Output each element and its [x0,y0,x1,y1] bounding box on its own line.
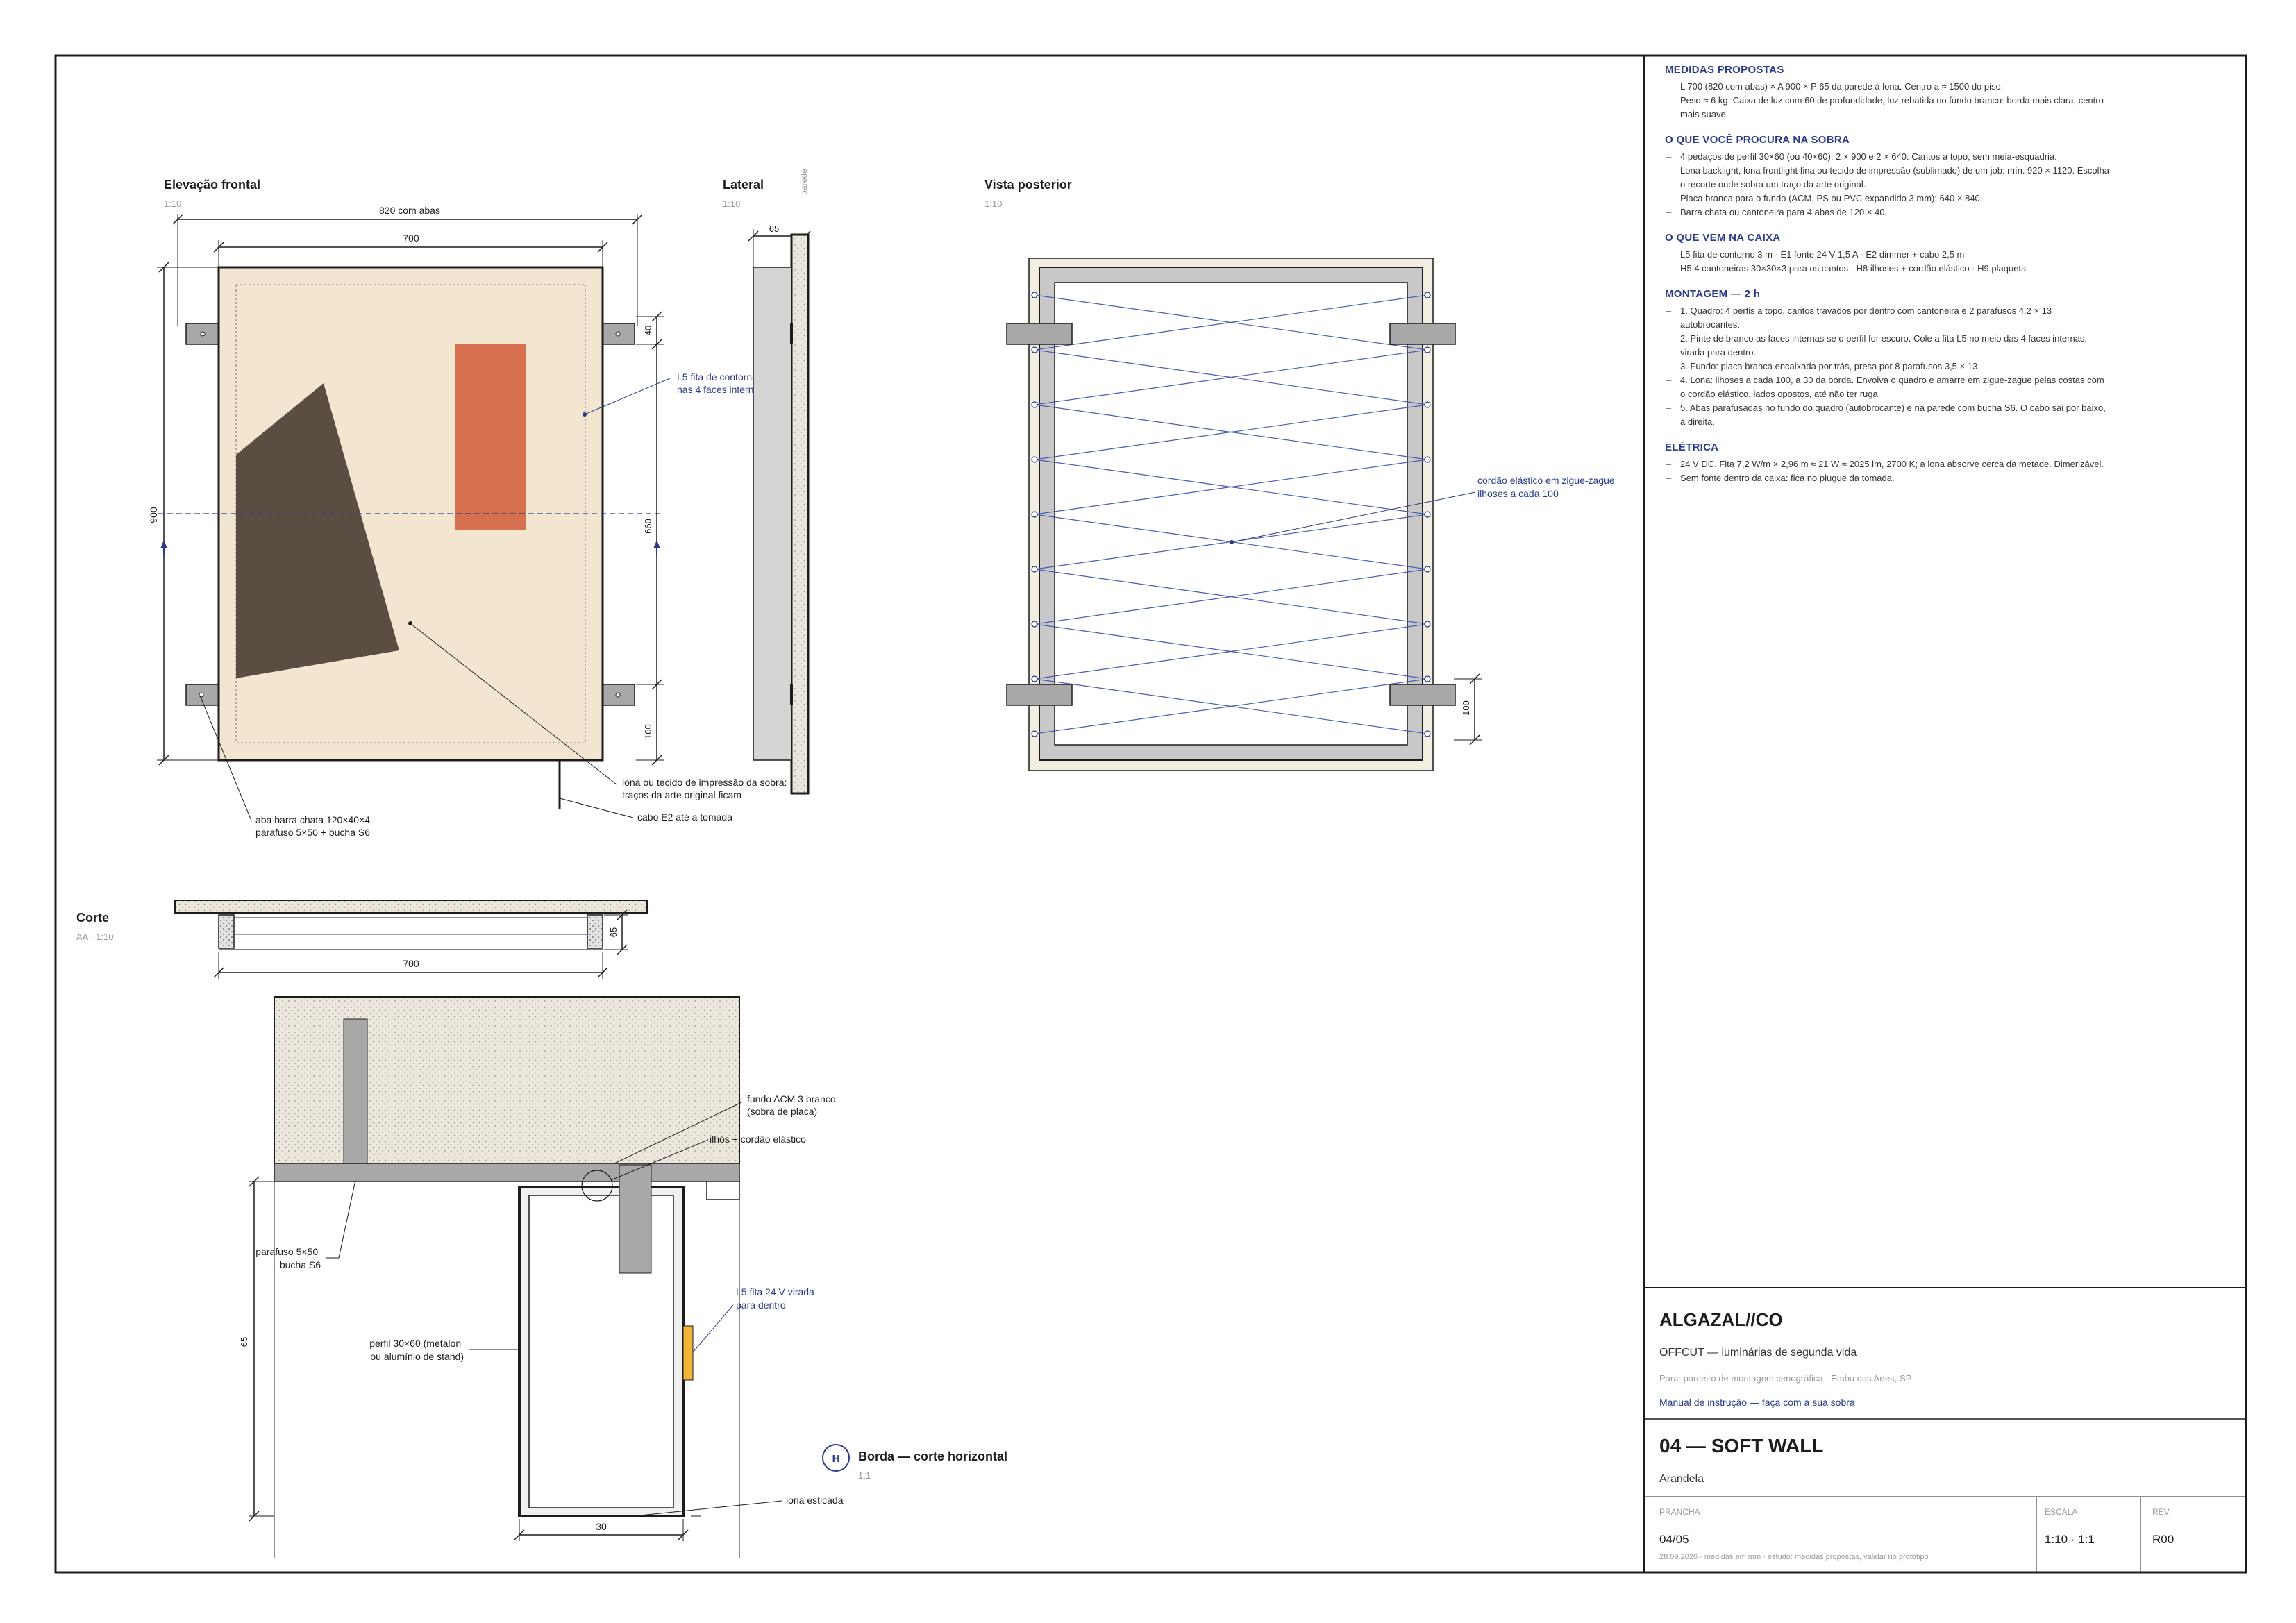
notes-item: L 700 (820 com abas) × A 900 × P 65 da p… [1665,80,2109,94]
detail-led [682,1325,694,1381]
note-cable: cabo E2 até a tomada [637,812,732,823]
sheet-subtitle: Arandela [1659,1473,1704,1485]
notes-item: 5. Abas parafusadas no fundo do quadro (… [1665,401,2109,429]
notes-item: 4 pedaços de perfil 30×60 (ou 40×60): 2 … [1665,150,2109,164]
lateral-wall-label: parede [799,169,809,195]
front-elevation: Elevação frontal 1:10 820 com abas 700 9… [148,178,789,838]
front-title: Elevação frontal [164,178,260,192]
front-scale: 1:10 [164,199,181,209]
notes-list: L 700 (820 com abas) × A 900 × P 65 da p… [1665,80,2109,121]
note-profile: perfil 30×60 (metalon ou alumínio de sta… [369,1338,464,1362]
note-fabric: lona ou tecido de impressão da sobra: tr… [622,777,789,800]
notes-panel: MEDIDAS PROPOSTAS L 700 (820 com abas) × … [1665,64,2109,498]
notes-heading: ELÉTRICA [1665,442,1719,453]
dim-65-section: 65 [608,927,619,937]
notes-item: Barra chata ou cantoneira para 4 abas de… [1665,205,2109,219]
notes-item: 2. Pinte de branco as faces internas se … [1665,332,2109,360]
title-block: ALGAZAL//CO OFFCUT — luminárias de segun… [1644,1287,2246,1572]
notes-item: 4. Lona: ilhoses a cada 100, a 30 da bor… [1665,373,2109,401]
notes-list: 24 V DC. Fita 7,2 W/m × 2,96 m ≈ 21 W ≈ … [1665,457,2109,485]
sheet-number: 04/05 [1659,1533,1689,1546]
section-title: Corte [76,911,109,925]
dim-820: 820 com abas [379,205,440,216]
dim-40: 40 [643,326,653,335]
notes-heading: MONTAGEM — 2 h [1665,288,1761,300]
notes-item: 3. Fundo: placa branca encaixada por trá… [1665,360,2109,373]
note-stretched: lona esticada [786,1495,844,1506]
dim-660: 660 [643,519,653,534]
notes-heading: O QUE VOCÊ PROCURA NA SOBRA [1665,134,1850,146]
dim-100: 100 [643,724,653,739]
notes-item: 24 V DC. Fita 7,2 W/m × 2,96 m ≈ 21 W ≈ … [1665,457,2109,471]
lateral-wall [790,233,810,795]
notes-item: L5 fita de contorno 3 m · E1 fonte 24 V … [1665,248,2109,262]
dim-100-rear: 100 [1461,700,1471,716]
sheet-title: 04 — SOFT WALL [1659,1435,1823,1456]
lateral-scale: 1:10 [723,199,740,209]
dim-65-detail: 65 [239,1337,249,1347]
scale-label: ESCALA [2045,1507,2077,1517]
note-elastic: cordão elástico em zigue-zague ilhoses a… [1477,475,1618,499]
dim-30-detail: 30 [596,1521,607,1532]
dim-700: 700 [403,233,419,244]
client-line: Para: parceiro de montagem cenográfica ·… [1659,1373,1911,1384]
dim-65-lateral: 65 [769,224,779,234]
lateral-body [753,267,792,761]
notes-list: 1. Quadro: 4 perfis a topo, cantos trava… [1665,304,2109,429]
rear-title: Vista posterior [984,178,1072,192]
series-subtitle: OFFCUT — luminárias de segunda vida [1659,1347,1857,1359]
dim-900: 900 [148,507,159,523]
detail-view: fundo ACM 3 branco (sobra de placa) ilhó… [239,996,1007,1558]
notes-list: L5 fita de contorno 3 m · E1 fonte 24 V … [1665,248,2109,276]
rear-scale: 1:10 [984,199,1002,209]
notes-item: Sem fonte dentro da caixa: fica no plugu… [1665,471,2109,485]
note-led-24v: L5 fita 24 V virada para dentro [736,1286,817,1311]
notes-heading: MEDIDAS PROPOSTAS [1665,64,1784,76]
notes-item: Peso ≈ 6 kg. Caixa de luz com 60 de prof… [1665,94,2109,121]
company-name: ALGAZAL//CO [1659,1309,1783,1330]
dim-700-section: 700 [403,958,419,969]
notes-list: 4 pedaços de perfil 30×60 (ou 40×60): 2 … [1665,150,2109,219]
lateral-view: Lateral 1:10 parede 65 [723,169,811,795]
note-led-strip: L5 fita de contorno nas 4 faces internas [677,371,764,395]
note-backing: fundo ACM 3 branco (sobra de placa) [747,1093,839,1117]
notes-item: Lona backlight, lona frontlight fina ou … [1665,164,2109,192]
notes-item: 1. Quadro: 4 perfis a topo, cantos trava… [1665,304,2109,332]
manual-line: Manual de instrução — faça com a sua sob… [1659,1397,1855,1408]
rev-value: R00 [2152,1533,2174,1546]
detail-badge-letter: H [832,1453,840,1465]
art-orange-shape [455,344,526,530]
rev-label: REV. [2152,1507,2171,1517]
note-screw: parafuso 5×50 + bucha S6 [255,1246,321,1270]
note-tab: aba barra chata 120×40×4 parafuso 5×50 +… [255,814,373,838]
notes-item: H5 4 cantoneiras 30×30×3 para os cantos … [1665,262,2109,276]
detail-scale: 1:1 [858,1470,871,1481]
scale-value: 1:10 · 1:1 [2045,1533,2095,1546]
notes-heading: O QUE VEM NA CAIXA [1665,232,1781,244]
note-grommet: ilhós + cordão elástico [710,1134,806,1145]
section-view: Corte AA · 1:10 65 700 [76,900,648,979]
section-scale: AA · 1:10 [76,932,113,942]
sheet-label: PRANCHA [1659,1507,1700,1517]
footnote: 28.09.2026 · medidas em mm · estudo: med… [1659,1553,1929,1561]
detail-title: Borda — corte horizontal [858,1449,1007,1463]
rear-view: Vista posterior 1:10 cordão elástico em … [984,178,1618,771]
lateral-title: Lateral [723,178,764,192]
notes-item: Placa branca para o fundo (ACM, PS ou PV… [1665,192,2109,205]
